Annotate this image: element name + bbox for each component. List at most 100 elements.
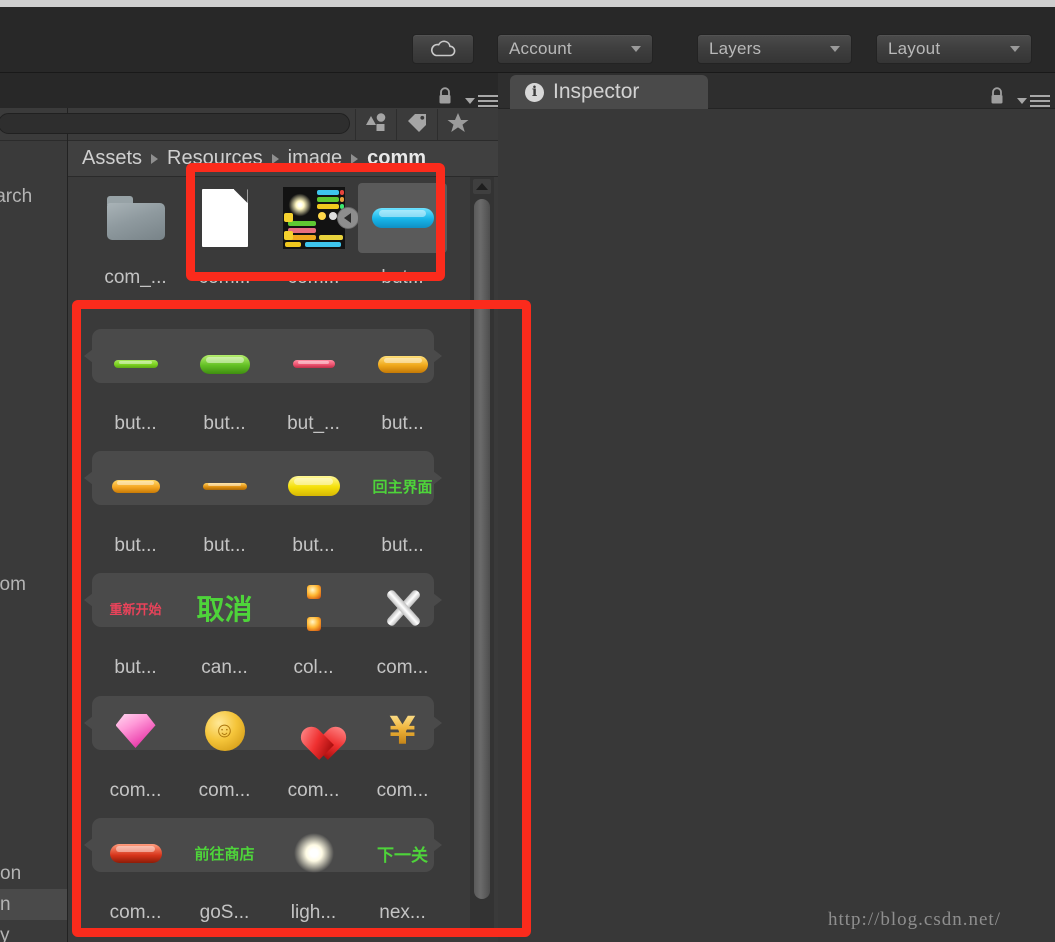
text-sprite-next-level: 下一关 (377, 845, 428, 866)
asset-thumbnail (101, 451, 171, 521)
lock-icon[interactable] (989, 87, 1005, 105)
asset-item-sprite[interactable]: but... (180, 445, 269, 567)
breadcrumb-item-assets[interactable]: Assets (82, 147, 142, 170)
search-input[interactable] (0, 113, 350, 134)
asset-grid-scrollbar[interactable] (470, 177, 494, 935)
asset-item-sprite[interactable]: ¥ com... (358, 690, 447, 812)
asset-label: nex... (379, 902, 426, 923)
blue-button-sprite (371, 208, 434, 228)
type-filter-button[interactable] (355, 109, 396, 140)
asset-item-sprite[interactable]: 取消 can... (180, 567, 269, 689)
yen-sprite: ¥ (389, 709, 416, 753)
asset-row: com_... com... com... but... (68, 177, 480, 299)
lock-icon[interactable] (437, 87, 453, 105)
chevron-down-icon (631, 46, 641, 52)
asset-item-document[interactable]: com... (180, 177, 269, 299)
asset-label: but... (114, 657, 157, 678)
asset-item-blue-button[interactable]: but... (358, 177, 447, 299)
tree-item[interactable]: y (0, 920, 67, 942)
asset-thumbnail (101, 818, 171, 888)
favorite-filter-button[interactable] (437, 109, 478, 140)
panel-menu-button[interactable] (1017, 92, 1050, 110)
asset-item-sprite[interactable]: com... (358, 567, 447, 689)
layers-label: Layers (709, 39, 762, 58)
scrollbar-thumb[interactable] (474, 199, 490, 899)
asset-label: com... (376, 657, 429, 678)
scroll-up-arrow-icon[interactable] (473, 179, 491, 194)
asset-grid: com_... com... com... but... but... but.… (68, 177, 480, 942)
asset-item-folder[interactable]: com_... (91, 177, 180, 299)
asset-label: but... (381, 535, 424, 556)
layers-dropdown-button[interactable]: Layers (697, 34, 852, 64)
asset-item-sprite[interactable]: 前往商店 goS... (180, 812, 269, 934)
asset-label: com... (198, 780, 251, 801)
asset-label: com... (287, 780, 340, 801)
asset-item-sprite[interactable]: but... (269, 445, 358, 567)
main-toolbar: Account Layers Layout (0, 7, 1055, 73)
asset-item-sprite[interactable]: com... (269, 690, 358, 812)
cloud-icon (429, 40, 457, 58)
chevron-down-icon (465, 98, 475, 104)
coin-sprite: ☺ (204, 711, 245, 751)
breadcrumb: Assets Resources image comm (68, 141, 498, 177)
sprite-atlas-icon (282, 187, 345, 249)
project-tree-panel: Search com on n y s ails s (0, 108, 68, 942)
asset-thumbnail: 前往商店 (190, 818, 260, 888)
asset-label: but... (114, 535, 157, 556)
breadcrumb-item-resources[interactable]: Resources (167, 147, 263, 170)
asset-row: com... 前往商店 goS... ligh... 下一关 nex... (68, 812, 480, 934)
project-search-toolbar (0, 108, 498, 141)
breadcrumb-arrow-icon (351, 153, 359, 164)
expand-atlas-button[interactable] (336, 207, 359, 229)
window-chrome-strip (0, 0, 1055, 7)
tree-item-selected[interactable]: n (0, 889, 67, 920)
asset-item-atlas[interactable]: com... (269, 177, 359, 299)
asset-item-sprite[interactable]: 下一关 nex... (358, 812, 447, 934)
asset-item-sprite[interactable]: but... (91, 445, 180, 567)
breadcrumb-item-image[interactable]: image (288, 147, 342, 170)
asset-label: com... (198, 267, 251, 288)
asset-item-sprite[interactable]: but... (358, 323, 447, 445)
tab-inspector[interactable]: i Inspector (510, 75, 708, 109)
tree-item[interactable]: on (0, 858, 67, 889)
asset-label: com... (109, 902, 162, 923)
unity-editor-window: Account Layers Layout Search com on n y … (0, 0, 1055, 942)
chevron-down-icon (1017, 98, 1027, 104)
asset-item-sprite[interactable]: 回主界面 but... (358, 445, 447, 567)
asset-label: but... (114, 413, 157, 434)
asset-thumbnail: ☺ (190, 696, 260, 766)
shapes-icon (365, 112, 387, 137)
pill-green-thick-sprite (199, 354, 250, 374)
panel-menu-button[interactable] (465, 92, 498, 110)
layout-dropdown-button[interactable]: Layout (876, 34, 1032, 64)
cloud-services-button[interactable] (412, 34, 474, 64)
asset-item-sprite[interactable]: com... (91, 812, 180, 934)
label-filter-button[interactable] (396, 109, 437, 140)
chevron-down-icon (1010, 46, 1020, 52)
chevron-down-icon (830, 46, 840, 52)
asset-thumbnail (279, 696, 349, 766)
hamburger-menu-icon (478, 92, 498, 110)
asset-item-sprite[interactable]: ligh... (269, 812, 358, 934)
breadcrumb-item-current[interactable]: comm (367, 147, 426, 170)
asset-thumbnail: 重新开始 (101, 573, 171, 643)
account-dropdown-button[interactable]: Account (497, 34, 653, 64)
asset-row: com... ☺ com... com... ¥ com... (68, 690, 480, 812)
asset-thumbnail (279, 451, 349, 521)
asset-label: can... (201, 657, 248, 678)
asset-label: com... (109, 780, 162, 801)
text-sprite-restart: 重新开始 (109, 602, 162, 618)
asset-item-sprite[interactable]: col... (269, 567, 358, 689)
inspector-panel: i Inspector (498, 73, 1055, 942)
asset-thumbnail: 取消 (190, 573, 260, 643)
asset-item-sprite[interactable]: but_... (269, 323, 358, 445)
document-icon (201, 189, 248, 247)
asset-thumbnail (101, 183, 171, 253)
asset-item-sprite[interactable]: but... (180, 323, 269, 445)
asset-item-sprite[interactable]: com... (91, 690, 180, 812)
asset-item-sprite[interactable]: ☺ com... (180, 690, 269, 812)
asset-item-sprite[interactable]: but... (91, 323, 180, 445)
project-browser-panel: Assets Resources image comm com_... com.… (0, 108, 498, 942)
asset-item-sprite[interactable]: 重新开始 but... (91, 567, 180, 689)
asset-thumbnail (279, 573, 349, 643)
